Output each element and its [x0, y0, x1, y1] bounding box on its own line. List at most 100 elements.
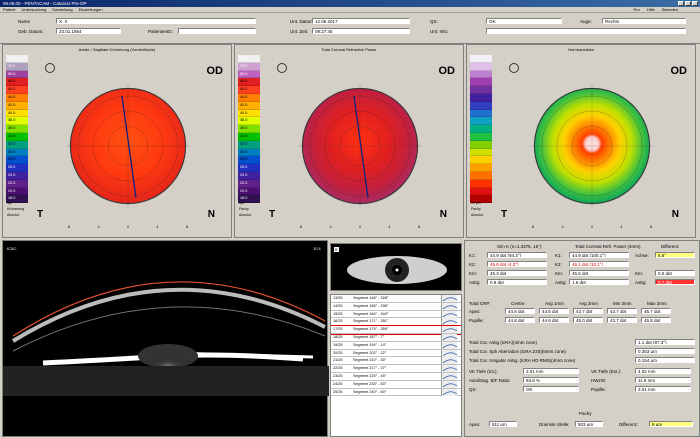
segment-row[interactable]: 14/25 Segment 156° - 336°: [331, 302, 461, 311]
scale-value: 76.0: [238, 62, 260, 71]
scale-value: 26.0: [238, 164, 260, 172]
scale-value: 40.0: [238, 109, 260, 118]
segment-row[interactable]: 18/25 Segment 187° - 7°: [331, 333, 461, 342]
qs-field[interactable]: OK: [486, 18, 562, 24]
crp-row-label: Apex:: [469, 309, 481, 314]
scale-value: 34.0: [238, 132, 260, 141]
menu-darstellung[interactable]: Darstellung: [52, 7, 72, 12]
param-label: Axial/Sag. B/F Ratio:: [469, 378, 511, 383]
segment-row[interactable]: 25/25 Segment 240° - 60°: [331, 388, 461, 397]
crp-value: 45.7 dpt: [641, 308, 671, 314]
temporal-label: T: [269, 209, 276, 220]
simk-value: 45.3 dpt: [487, 270, 547, 276]
dob-field[interactable]: 23.01.1954: [56, 28, 121, 34]
pid-field[interactable]: [178, 28, 256, 34]
date-field[interactable]: 12.06.2017: [312, 18, 410, 24]
map-panel-1[interactable]: Axiale / Sagittale Krümmung (Vorderfläch…: [2, 44, 232, 238]
scale-value: 46.0: [238, 86, 260, 94]
segment-row[interactable]: 24/25 Segment 233° - 53°: [331, 380, 461, 389]
menu-hilfe[interactable]: Hilfe: [647, 7, 655, 12]
segment-row[interactable]: 21/25 Segment 210° - 30°: [331, 357, 461, 366]
segment-row[interactable]: 16/25 Segment 171° - 351°: [331, 318, 461, 327]
crp-header: Min 3mm: [613, 301, 632, 306]
scale-value: 38.0: [238, 117, 260, 126]
segment-row[interactable]: 13/25 Segment 148° - 328°: [331, 295, 461, 303]
eye-side-label: OD: [438, 65, 456, 77]
x-axis: 84048: [532, 225, 652, 229]
scheimpflug-image[interactable]: IC&C 10:1: [2, 240, 329, 437]
scale-value: 42.0: [6, 101, 28, 110]
window-controls: [678, 1, 698, 6]
map-title: Axiale / Sagittale Krümmung (Vorderfläch…: [78, 47, 156, 52]
close-button[interactable]: [692, 1, 698, 6]
tcrp-header: Total Corneal Refr. Power (4mm): [575, 244, 641, 249]
map-grid-overlay: [66, 84, 190, 208]
scale-label: Pachy: [239, 207, 249, 211]
scale-value: 50.0: [238, 70, 260, 79]
segment-row[interactable]: 19/25 Segment 194° - 14°: [331, 341, 461, 350]
x-axis: 84048: [300, 225, 420, 229]
segment-row[interactable]: 22/25 Segment 217° - 37°: [331, 365, 461, 373]
pachy-header: Pachy: [579, 411, 592, 416]
segment-number: 24/25: [333, 381, 343, 386]
menu-pro[interactable]: Pro: [633, 7, 639, 12]
info-field[interactable]: [486, 28, 686, 34]
scale-value: 20.0: [6, 187, 28, 196]
scale-value: 26.0: [6, 164, 28, 172]
segment-row[interactable]: 23/25 Segment 225° - 45°: [331, 372, 461, 381]
zoom-icon[interactable]: [277, 63, 287, 73]
crp-header: Centre: [511, 301, 525, 306]
segment-number: 20/25: [333, 350, 343, 355]
pachy-value: 511 µm: [489, 421, 517, 427]
temporal-label: T: [37, 209, 44, 220]
segment-number: 13/25: [333, 296, 343, 300]
zoom-icon[interactable]: [509, 63, 519, 73]
scale-value: 34.0: [6, 132, 28, 141]
zoom-icon[interactable]: [45, 63, 55, 73]
scale-value: [470, 187, 492, 196]
map-grid-overlay: [530, 84, 654, 208]
scale-value: [470, 62, 492, 71]
segment-row[interactable]: 17/25 Segment 179° - 359°: [331, 325, 461, 335]
x-axis: 84048: [68, 225, 188, 229]
segment-range: Segment 210° - 30°: [353, 358, 387, 363]
data-panel: Sim K (n=1.3375, 15°) Total Corneal Refr.…: [464, 240, 700, 437]
scale-value: [470, 117, 492, 126]
menu-right: Pro Hilfe Beenden: [633, 7, 684, 13]
param-value: 83.6 %: [523, 377, 579, 383]
segment-row[interactable]: 20/25 Segment 202° - 22°: [331, 349, 461, 358]
segment-range: Segment 171° - 351°: [353, 319, 389, 324]
k-label: K1:: [555, 253, 562, 258]
maximize-button[interactable]: [685, 1, 691, 6]
param-value: 4.02 mm: [635, 368, 691, 374]
segment-range: Segment 233° - 53°: [353, 381, 387, 386]
k-label: Astig:: [469, 280, 481, 285]
time-field[interactable]: 09:27:45: [312, 28, 410, 34]
segment-row[interactable]: 15/25 Segment 164° - 344°: [331, 310, 461, 319]
color-scale: [470, 55, 492, 204]
scale-value: 48.0: [6, 78, 28, 87]
k-label: Km:: [555, 271, 564, 276]
k-label: K2:: [469, 262, 476, 267]
name-field[interactable]: X, X: [56, 18, 256, 24]
segment-list[interactable]: 13/25 Segment 148° - 328° 14/25 Segment 156…: [330, 294, 462, 437]
segment-number: 15/25: [333, 311, 343, 316]
map-panel-3[interactable]: Hornhautdicke Pachy Absolut 10 µm OD T N 8 4 0 4 8: [466, 44, 696, 238]
segment-thumbnail: [441, 365, 458, 373]
menu-beenden[interactable]: Beenden: [662, 7, 678, 12]
temporal-label: T: [501, 209, 508, 220]
menu-einstellungen[interactable]: Einstellungen: [79, 7, 103, 12]
minimize-button[interactable]: [678, 1, 684, 6]
segment-thumbnail: [441, 310, 458, 318]
param-label: Pupille:: [591, 387, 606, 392]
menu-patient[interactable]: Patient: [3, 7, 15, 12]
menu-untersuchung[interactable]: Untersuchung: [21, 7, 46, 12]
pid-label: PatientenID:: [148, 29, 173, 34]
diff-label: Km:: [635, 271, 644, 276]
simk-value: 44.9 dpt (94.3°): [487, 252, 547, 258]
map-panel-2[interactable]: Total Corneal Refractive Power 80.0 76.0 50…: [234, 44, 464, 238]
misc-label: Total Cor. Irregular Astig. (tcRA HO RMS…: [469, 358, 576, 363]
scale-value: 28.0: [6, 156, 28, 165]
eye-field[interactable]: Rechts: [602, 18, 686, 24]
map-grid-overlay: [298, 84, 422, 208]
